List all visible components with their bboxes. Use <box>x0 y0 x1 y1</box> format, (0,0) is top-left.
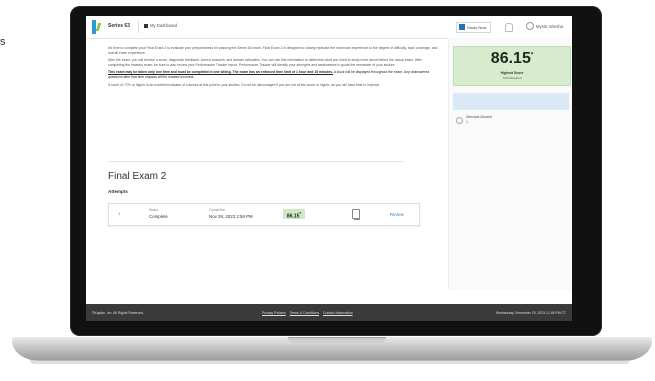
home-icon <box>144 24 148 28</box>
intro-paragraph-2: After the exam, you will receive a score… <box>108 58 422 67</box>
attempts-icon <box>456 117 463 124</box>
intro-paragraph-1: It's time to complete your Final Exam 2 … <box>108 46 438 55</box>
report-document-icon[interactable] <box>352 209 360 220</box>
review-link[interactable]: Review <box>390 212 404 217</box>
attempt-number: 1 <box>118 211 121 216</box>
status-value: Complete <box>149 214 168 219</box>
footer-links: Privacy Policies Terms & Conditions Cont… <box>262 311 356 315</box>
copyright-text: ©Kaplan, Inc. All Rights Reserved. <box>92 311 144 315</box>
highest-score-value: 86.15* <box>454 50 570 68</box>
exam-title: Final Exam 2 <box>108 171 167 182</box>
laptop-notch <box>288 337 386 343</box>
attempt-score-badge: 86.15* <box>283 209 305 220</box>
main-content: It's time to complete your Final Exam 2 … <box>108 46 438 90</box>
screen: Series 63 My Dashboard Study Now Mystic … <box>86 16 572 321</box>
attempts-allowed: Attempts Allowed 1 <box>453 113 569 129</box>
info-banner <box>453 93 569 110</box>
contact-link[interactable]: Contact Information <box>323 311 353 315</box>
app-header: Series 63 My Dashboard Study Now Mystic … <box>86 16 572 39</box>
completion-value: Nov 28, 2023 2:56 PM <box>209 214 253 219</box>
header-divider <box>138 21 139 33</box>
required-score-label: 72% Required <box>502 76 522 80</box>
footer: ©Kaplan, Inc. All Rights Reserved. Priva… <box>86 304 572 321</box>
privacy-link[interactable]: Privacy Policies <box>262 311 286 315</box>
section-divider <box>108 161 404 162</box>
status-label: Status <box>149 208 159 212</box>
study-now-button[interactable]: Study Now <box>456 22 492 33</box>
intro-paragraph-4: A score of 72% or higher is an excellent… <box>108 82 381 87</box>
edge-glyph: s <box>0 36 6 48</box>
notification-bell-icon[interactable] <box>505 23 513 32</box>
highest-score-card: 86.15* Highest Score 72% Required <box>453 46 571 86</box>
dashboard-link[interactable]: My Dashboard <box>144 23 177 28</box>
attempt-score: 86.15 <box>286 213 300 220</box>
user-icon <box>526 22 534 30</box>
attempts-allowed-label: Attempts Allowed <box>466 115 493 119</box>
study-now-label: Study Now <box>467 25 487 30</box>
attempt-row: 1 Status Complete Completion Nov 28, 202… <box>108 203 420 226</box>
highest-score-mark: * <box>530 52 534 59</box>
user-name: Mystic Wiesha <box>536 24 563 29</box>
highest-score-label: Highest Score <box>500 71 524 75</box>
study-icon <box>459 24 465 30</box>
user-menu[interactable]: Mystic Wiesha <box>526 22 563 30</box>
time-limit-notice: This exam may be taken only one time and… <box>108 70 333 75</box>
dashboard-label: My Dashboard <box>150 23 178 28</box>
attempts-allowed-value: 1 <box>466 120 468 124</box>
attempt-score-mark: * <box>299 211 302 216</box>
completion-label: Completion <box>209 208 226 212</box>
app-title: Series 63 <box>108 23 130 29</box>
score-sidebar: 86.15* Highest Score 72% Required Attemp… <box>448 38 572 290</box>
terms-link[interactable]: Terms & Conditions <box>290 311 319 315</box>
highest-score-number: 86.15 <box>490 50 531 67</box>
intro-paragraph-3: This exam may be taken only one time and… <box>108 70 438 79</box>
kaplan-logo-icon[interactable] <box>92 20 107 34</box>
footer-datetime: Wednesday, November 29, 2023 12:48 PM CT <box>495 311 566 315</box>
attempts-heading: Attempts <box>108 189 128 194</box>
laptop-foot <box>30 360 630 364</box>
